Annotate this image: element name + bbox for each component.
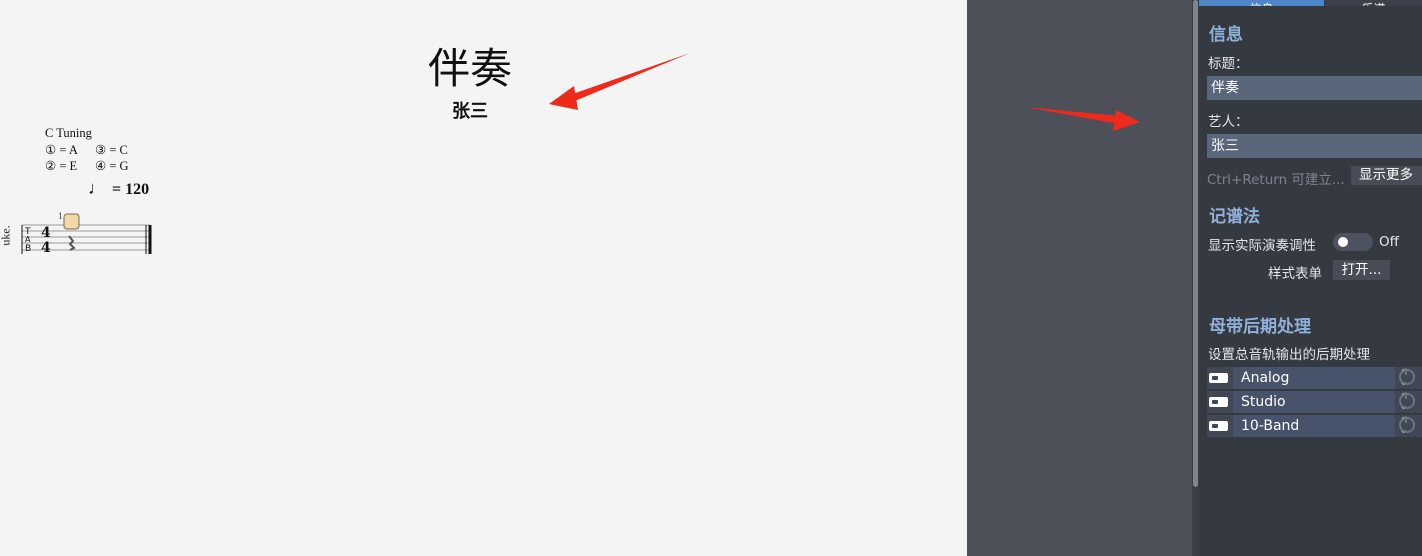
quarter-note-icon: ♩ — [88, 178, 106, 198]
effect-preset-icon[interactable] — [1209, 397, 1228, 407]
tempo-value: = 120 — [112, 181, 150, 198]
toggle-knob — [1338, 237, 1348, 247]
tab-letter-b: B — [25, 244, 31, 254]
concert-pitch-state: Off — [1379, 234, 1399, 250]
effect-select-studio[interactable]: Studio ⌃ ⌄ — [1233, 391, 1408, 413]
tempo-marking[interactable]: ♩ = 120 — [88, 178, 149, 199]
effect-row-studio: Studio ⌃ ⌄ — [1207, 391, 1422, 413]
effect-row-10-band: 10-Band ⌃ ⌄ — [1207, 415, 1422, 437]
time-signature-top: 4 — [41, 225, 51, 241]
score-artist[interactable]: 张三 — [420, 97, 520, 123]
mastering-description: 设置总音轨输出的后期处理 — [1208, 347, 1370, 363]
title-label: 标题： — [1208, 56, 1249, 72]
tuning-string-4: ④ = G — [95, 159, 129, 173]
effect-select-analog[interactable]: Analog ⌃ ⌄ — [1233, 367, 1408, 389]
open-stylesheet-button[interactable]: 打开... — [1333, 260, 1390, 280]
tuning-row: ② = E ④ = G — [45, 158, 145, 175]
effect-preset-icon[interactable] — [1209, 421, 1228, 431]
power-icon[interactable] — [1399, 392, 1415, 409]
info-section-heading: 信息 — [1209, 25, 1243, 45]
tuning-string-2: ② = E — [45, 159, 78, 173]
scrollbar-thumb[interactable] — [1193, 0, 1198, 487]
effect-name: Studio — [1241, 394, 1286, 410]
stylesheet-label: 样式表单 — [1268, 266, 1322, 282]
tab-score[interactable]: 乐谱 — [1325, 0, 1422, 6]
staff-instrument-label: uke. — [0, 225, 13, 246]
notation-section-heading: 记谱法 — [1209, 207, 1260, 227]
tuning-string-1: ① = A — [45, 142, 78, 157]
score-title[interactable]: 伴奏 — [410, 48, 530, 90]
tuning-row: ① = A ③ = C — [45, 142, 145, 159]
concert-pitch-toggle[interactable] — [1333, 233, 1373, 251]
concert-pitch-label: 显示实际演奏调性 — [1208, 238, 1316, 254]
show-more-button[interactable]: 显示更多 — [1351, 166, 1422, 185]
tab-info[interactable]: 信息 — [1199, 0, 1324, 6]
tab-letter-a: A — [25, 235, 31, 244]
mastering-section-heading: 母带后期处理 — [1209, 317, 1311, 337]
title-field[interactable]: 伴奏 — [1207, 76, 1422, 100]
effect-preset-icon[interactable] — [1209, 373, 1228, 383]
tuning-title: C Tuning — [45, 126, 92, 140]
effect-row-analog: Analog ⌃ ⌄ — [1207, 367, 1422, 389]
artist-label: 艺人： — [1208, 114, 1249, 130]
tuning-string-3: ③ = C — [95, 142, 128, 157]
workspace-background — [967, 0, 1192, 556]
effect-select-10-band[interactable]: 10-Band ⌃ ⌄ — [1233, 415, 1408, 437]
measure-number: 1 — [58, 212, 63, 221]
time-signature-bottom: 4 — [41, 240, 51, 256]
score-page: 伴奏 张三 C Tuning ① = A ③ = C ② = E ④ = G ♩ = … — [0, 0, 967, 556]
artist-field[interactable]: 张三 — [1207, 134, 1422, 158]
effect-name: 10-Band — [1241, 418, 1300, 434]
tuning-info[interactable]: C Tuning ① = A ③ = C ② = E ④ = G — [45, 125, 145, 175]
inspector-panel: 信息 乐谱 信息 标题： 伴奏 艺人： 张三 Ctrl+Return 可建立..… — [1199, 0, 1422, 556]
note-cursor[interactable] — [63, 213, 80, 230]
panel-scrollbar[interactable] — [1192, 0, 1199, 556]
shortcut-hint: Ctrl+Return 可建立... — [1207, 172, 1345, 188]
tab-staff[interactable]: T A B 4 4 1 — [20, 210, 160, 260]
power-icon[interactable] — [1399, 368, 1415, 385]
effect-name: Analog — [1241, 370, 1290, 386]
power-icon[interactable] — [1399, 416, 1415, 433]
